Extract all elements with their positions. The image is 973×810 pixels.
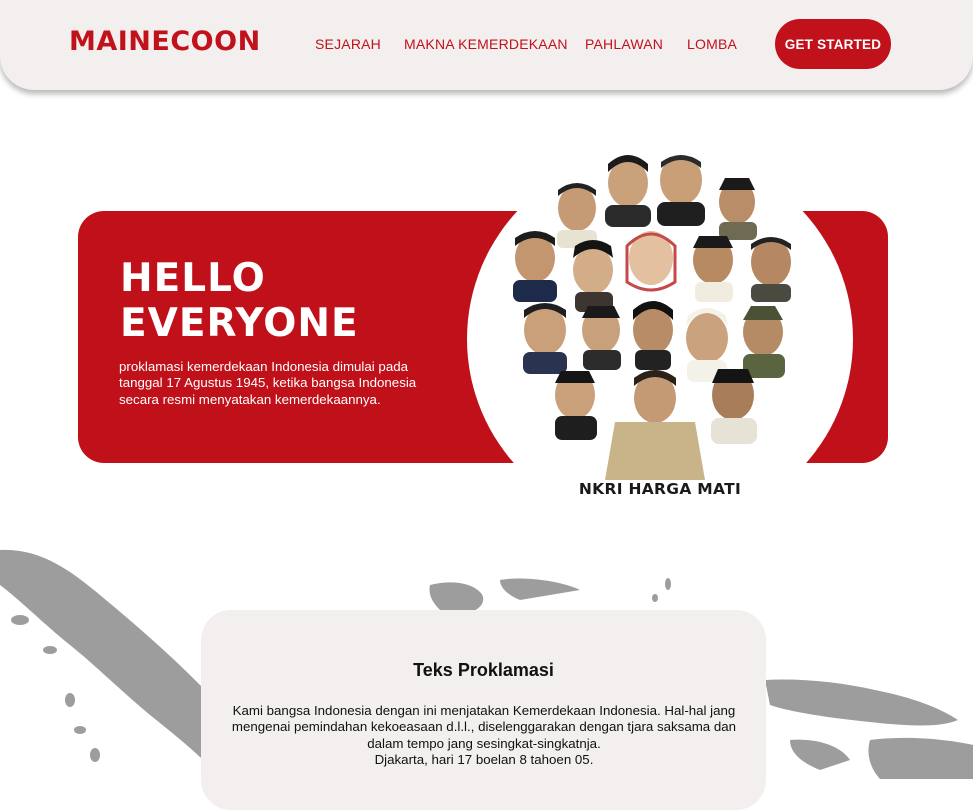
nav-item-pahlawan[interactable]: PAHLAWAN	[585, 36, 663, 52]
site-header: MAINECOON SEJARAH MAKNA KEMERDEKAAN PAHL…	[0, 0, 973, 90]
proclamation-body: Kami bangsa Indonesia dengan ini menjata…	[231, 703, 737, 751]
proclamation-title: Teks Proklamasi	[413, 660, 554, 680]
heroes-portrait-collage	[513, 155, 791, 480]
proclamation-card: Teks Proklamasi Kami bangsa Indonesia de…	[201, 610, 766, 810]
hero-description: proklamasi kemerdekaan Indonesia dimulai…	[119, 359, 417, 407]
nav-item-sejarah[interactable]: SEJARAH	[315, 36, 381, 52]
hero-image-caption: NKRI HARGA MATI	[578, 480, 742, 498]
hero-title-line-1: HELLO	[120, 256, 266, 301]
nav-item-lomba[interactable]: LOMBA	[687, 36, 737, 52]
hero-title: HELLO EVERYONE	[120, 256, 359, 346]
brand-logo[interactable]: MAINECOON	[69, 26, 261, 57]
hero-title-line-2: EVERYONE	[120, 301, 359, 346]
nav-item-makna-kemerdekaan[interactable]: MAKNA KEMERDEKAAN	[404, 36, 568, 52]
portrait-faces	[513, 155, 791, 480]
proclamation-signoff: Djakarta, hari 17 boelan 8 tahoen 05.	[374, 751, 594, 767]
proclamation-text: Kami bangsa Indonesia dengan ini menjata…	[229, 703, 739, 768]
get-started-button[interactable]: GET STARTED	[775, 19, 891, 69]
